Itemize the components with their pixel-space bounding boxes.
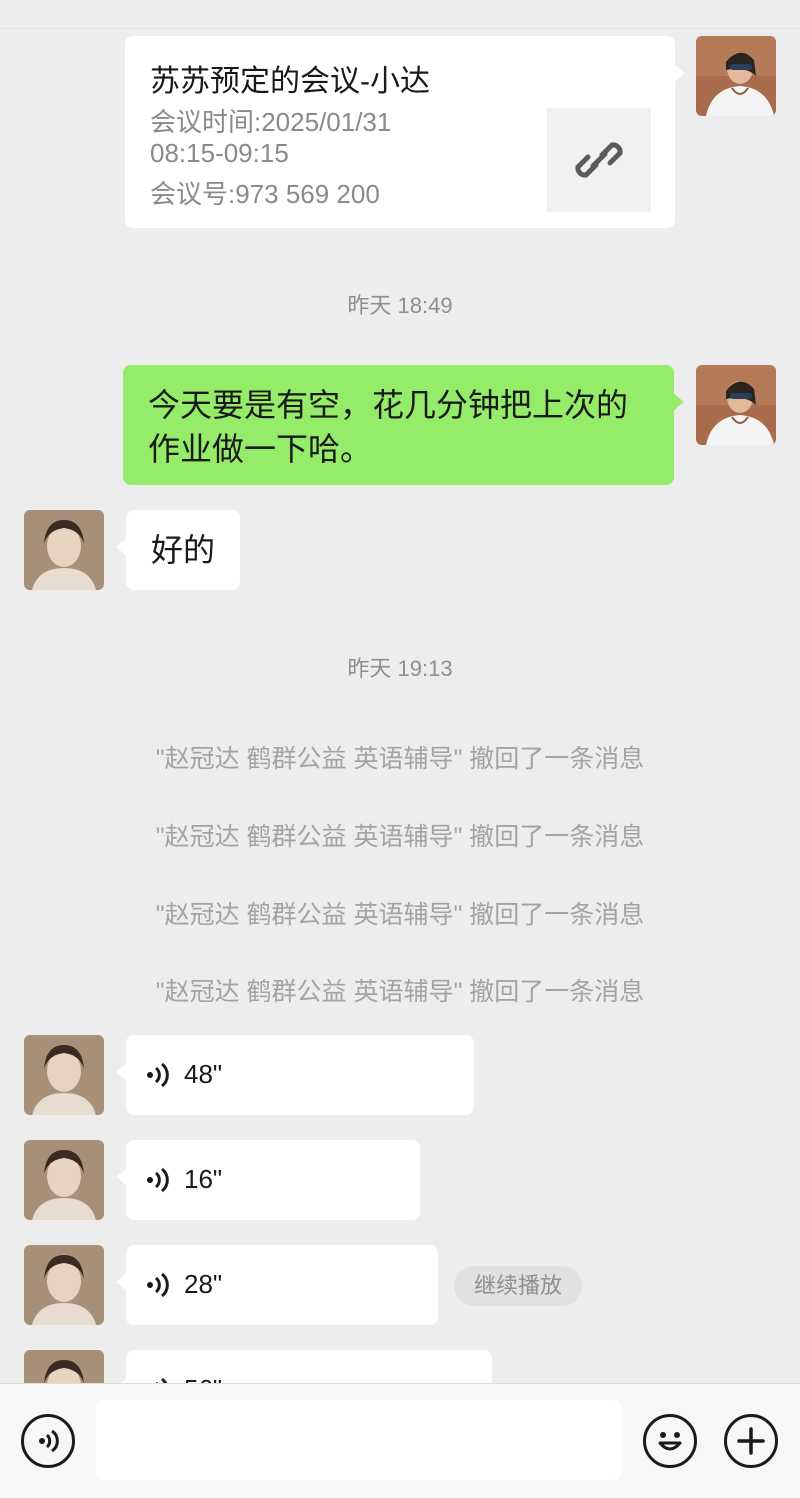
contact-avatar[interactable] xyxy=(24,1245,104,1325)
voice-duration: 16" xyxy=(184,1164,223,1194)
voice-message[interactable]: 56" xyxy=(116,1350,492,1383)
meeting-time: 会议时间:2025/01/31 xyxy=(150,107,392,137)
timestamp: 昨天 19:13 xyxy=(347,656,453,681)
link-icon xyxy=(547,108,651,212)
contact-avatar[interactable] xyxy=(24,1350,104,1383)
recall-notice: "赵冠达 鹤群公益 英语辅导" 撤回了一条消息 xyxy=(155,901,645,929)
voice-message[interactable]: 16" xyxy=(116,1140,420,1220)
voice-duration: 56" xyxy=(184,1374,222,1383)
received-message-text: 好的 xyxy=(151,532,216,568)
voice-duration: 48" xyxy=(184,1059,223,1089)
meeting-time-range: 08:15-09:15 xyxy=(150,138,289,168)
received-message-bubble[interactable]: 好的 xyxy=(116,510,240,590)
meeting-card-title: 苏苏预定的会议-小达 xyxy=(150,65,430,98)
recall-notice: "赵冠达 鹤群公益 英语辅导" 撤回了一条消息 xyxy=(155,823,645,851)
message-input[interactable] xyxy=(96,1400,622,1480)
meeting-card[interactable]: 苏苏预定的会议-小达 会议时间:2025/01/31 08:15-09:15 会… xyxy=(125,36,685,228)
voice-message[interactable]: 28" xyxy=(116,1245,438,1325)
voice-wave-icon xyxy=(147,1062,169,1088)
emoji-icon[interactable] xyxy=(643,1414,697,1468)
contact-avatar[interactable] xyxy=(24,1035,104,1115)
contact-avatar[interactable] xyxy=(24,510,104,590)
resume-play-button[interactable]: 继续播放 xyxy=(454,1266,582,1306)
my-avatar[interactable] xyxy=(696,36,776,116)
plus-icon[interactable] xyxy=(724,1414,778,1468)
sent-message-bubble[interactable]: 今天要是有空，花几分钟把上次的作业做一下哈。 xyxy=(123,365,684,485)
input-bar xyxy=(0,1383,800,1498)
timestamp: 昨天 18:49 xyxy=(347,293,453,318)
meeting-id: 会议号:973 569 200 xyxy=(150,179,380,209)
voice-wave-icon xyxy=(147,1272,169,1298)
sent-message-text: 今天要是有空，花几分钟把上次的作业做一下哈。 xyxy=(148,387,629,467)
voice-wave-icon xyxy=(147,1167,169,1193)
recall-notice: "赵冠达 鹤群公益 英语辅导" 撤回了一条消息 xyxy=(155,978,645,1006)
recall-notice: "赵冠达 鹤群公益 英语辅导" 撤回了一条消息 xyxy=(155,745,645,773)
voice-input-icon[interactable] xyxy=(21,1414,75,1468)
voice-message[interactable]: 48" xyxy=(116,1035,474,1115)
voice-duration: 28" xyxy=(184,1269,223,1299)
chat-area[interactable]: 苏苏预定的会议-小达 会议时间:2025/01/31 08:15-09:15 会… xyxy=(0,0,800,1383)
contact-avatar[interactable] xyxy=(24,1140,104,1220)
voice-wave-icon xyxy=(156,1377,168,1383)
my-avatar[interactable] xyxy=(696,365,776,445)
